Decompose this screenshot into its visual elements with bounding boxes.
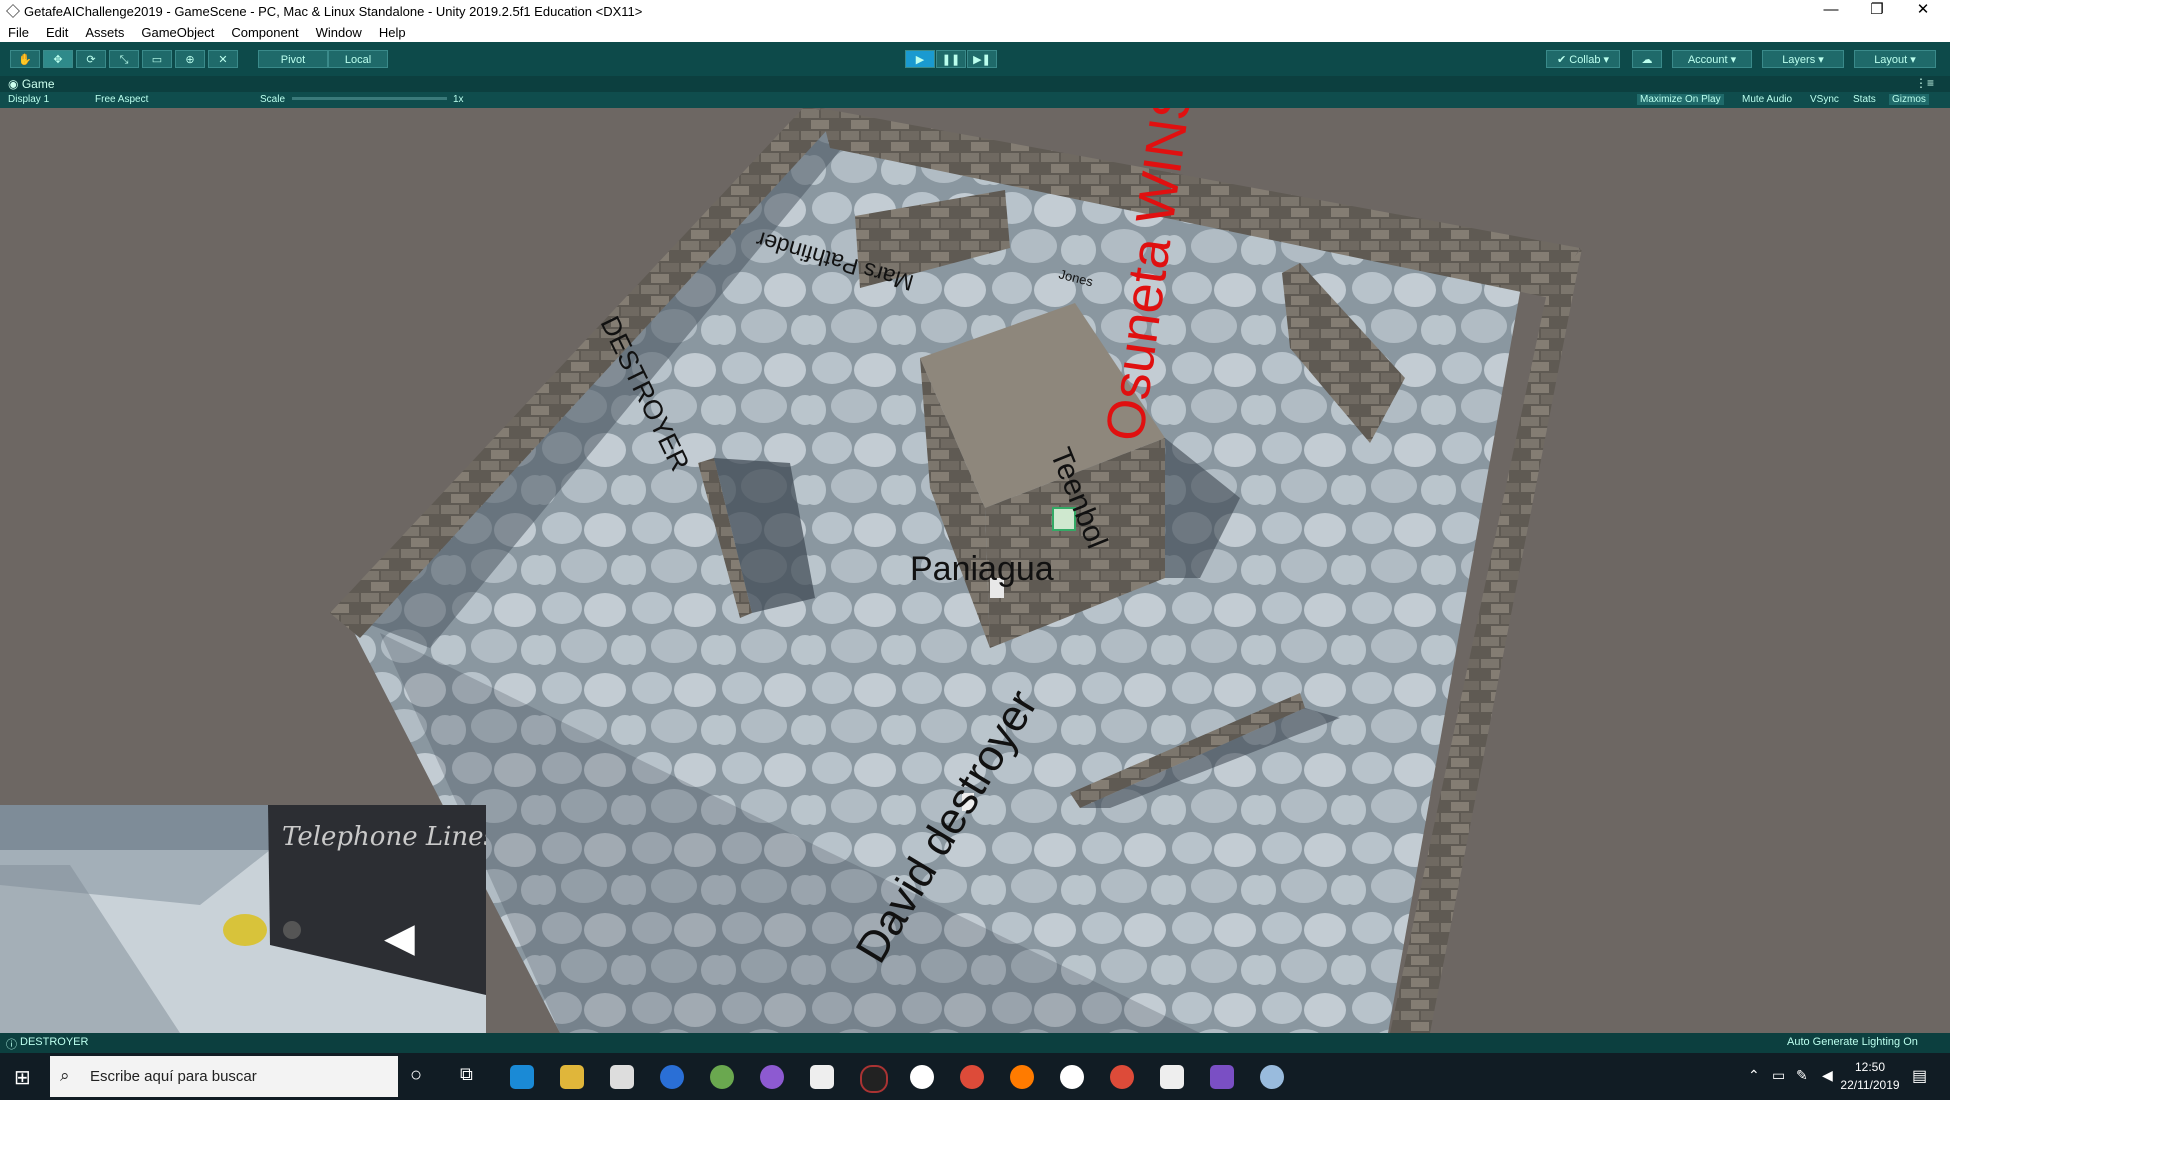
layout-dropdown[interactable]: Layout ▾	[1854, 50, 1936, 68]
account-dropdown[interactable]: Account ▾	[1672, 50, 1752, 68]
menu-file[interactable]: File	[8, 25, 29, 40]
rotate-tool-icon[interactable]: ⟳	[76, 50, 106, 68]
notifications-icon[interactable]: ▤	[1912, 1066, 1927, 1086]
hand-tool-icon[interactable]: ✋	[10, 50, 40, 68]
clock-date[interactable]: 22/11/2019	[1832, 1078, 1908, 1092]
wunderlist-icon[interactable]	[1060, 1065, 1084, 1089]
custom-tool-icon[interactable]: ✕	[208, 50, 238, 68]
close-button[interactable]: ✕	[1900, 0, 1946, 22]
android-icon[interactable]	[710, 1065, 734, 1089]
chrome-icon[interactable]	[960, 1065, 984, 1089]
unity-logo-icon	[6, 4, 20, 18]
maps-icon[interactable]	[660, 1065, 684, 1089]
pivot-label: Pivot	[280, 54, 306, 66]
local-label: Local	[344, 54, 372, 66]
pause-button[interactable]: ❚❚	[936, 50, 966, 68]
menu-bar: File Edit Assets GameObject Component Window H…	[0, 22, 1950, 42]
scale-slider[interactable]	[292, 97, 447, 100]
game-tab-title: Game	[21, 77, 55, 91]
cortana-icon[interactable]: ○	[410, 1064, 422, 1087]
unity-hub-icon[interactable]	[810, 1065, 834, 1089]
layout-label: Layout	[1874, 54, 1908, 66]
label-paniagua: Paniagua	[910, 550, 1054, 588]
maximize-on-play-toggle[interactable]: Maximize On Play	[1637, 94, 1724, 105]
display-select[interactable]: Display 1	[8, 94, 49, 105]
info-icon: ⓘ	[6, 1039, 17, 1051]
step-button[interactable]: ▶❚	[967, 50, 997, 68]
task-view-icon[interactable]: ⧉	[460, 1064, 473, 1085]
taskbar-search[interactable]: ⌕ Escribe aquí para buscar	[50, 1056, 398, 1097]
file-explorer-icon[interactable]	[560, 1065, 584, 1089]
game-tab-header: ◉ Game ⋮≡	[0, 76, 1950, 92]
account-label: Account	[1687, 54, 1728, 66]
windows-start-icon[interactable]: ⊞	[14, 1065, 31, 1090]
scale-value: 1x	[453, 94, 464, 105]
visual-studio-icon[interactable]	[1210, 1065, 1234, 1089]
inset-graffiti: Telephone Lines	[282, 822, 486, 852]
local-toggle[interactable]: Local	[328, 50, 388, 68]
layers-label: Layers	[1782, 54, 1816, 66]
layers-dropdown[interactable]: Layers ▾	[1762, 50, 1844, 68]
network-icon[interactable]: ▭	[1772, 1067, 1785, 1084]
status-message[interactable]: DESTROYER	[20, 1036, 88, 1048]
tab-menu-icon[interactable]: ⋮≡	[1915, 76, 1934, 90]
lighting-status[interactable]: Auto Generate Lighting On	[1787, 1036, 1918, 1048]
menu-gameobject[interactable]: GameObject	[141, 25, 214, 40]
aspect-select[interactable]: Free Aspect	[95, 94, 148, 105]
pen-icon[interactable]: ✎	[1796, 1067, 1808, 1084]
transform-tool-icon[interactable]: ⊕	[175, 50, 205, 68]
edge-icon[interactable]	[510, 1065, 534, 1089]
menu-assets[interactable]: Assets	[85, 25, 124, 40]
rect-tool-icon[interactable]: ▭	[142, 50, 172, 68]
unity-editor-icon[interactable]	[1160, 1065, 1184, 1089]
main-toolbar: ✋ ✥ ⟳ ⤡ ▭ ⊕ ✕ Pivot Local ▶ ❚❚ ▶❚ ✔ Coll…	[0, 42, 1950, 76]
stats-toggle[interactable]: Stats	[1853, 94, 1876, 105]
move-tool-icon[interactable]: ✥	[43, 50, 73, 68]
gizmos-dropdown[interactable]: Gizmos	[1889, 94, 1929, 105]
scale-label: Scale	[260, 94, 286, 105]
tray-chevron-icon[interactable]: ⌃	[1748, 1067, 1760, 1084]
recorder-icon[interactable]	[860, 1065, 888, 1093]
menu-help[interactable]: Help	[379, 25, 406, 40]
maximize-button[interactable]: ❐	[1854, 0, 1900, 22]
search-icon: ⌕	[60, 1066, 70, 1085]
menu-window[interactable]: Window	[316, 25, 362, 40]
mute-audio-toggle[interactable]: Mute Audio	[1742, 94, 1792, 105]
play-button[interactable]: ▶	[905, 50, 935, 68]
menu-edit[interactable]: Edit	[46, 25, 68, 40]
minimize-button[interactable]: —	[1808, 0, 1854, 22]
store-icon[interactable]	[610, 1065, 634, 1089]
search-placeholder: Escribe aquí para buscar	[90, 1068, 257, 1085]
firefox-icon[interactable]	[1010, 1065, 1034, 1089]
speaker-icon[interactable]: ◀	[384, 915, 415, 961]
cloud-icon[interactable]: ☁	[1632, 50, 1662, 68]
scale-tool-icon[interactable]: ⤡	[109, 50, 139, 68]
game-tab[interactable]: ◉ Game	[8, 77, 55, 91]
collab-label: Collab	[1569, 54, 1601, 66]
menu-component[interactable]: Component	[231, 25, 298, 40]
title-bar: GetafeAIChallenge2019 - GameScene - PC, …	[0, 0, 1950, 22]
inset-agent	[223, 914, 267, 946]
chrome-profile-icon[interactable]	[1110, 1065, 1134, 1089]
paint-icon[interactable]	[1260, 1065, 1284, 1089]
chat-app-icon[interactable]	[760, 1065, 784, 1089]
game-view-toolbar: Display 1 Free Aspect Scale 1x Maximize …	[0, 92, 1950, 108]
vsync-toggle[interactable]: VSync	[1810, 94, 1839, 105]
status-bar: ⓘ DESTROYER Auto Generate Lighting On	[0, 1033, 1950, 1053]
collab-dropdown[interactable]: ✔ Collab ▾	[1546, 50, 1620, 68]
window-title: GetafeAIChallenge2019 - GameScene - PC, …	[24, 4, 643, 19]
inset-camera: Telephone Lines ◀	[0, 805, 486, 1033]
github-icon[interactable]	[910, 1065, 934, 1089]
pivot-toggle[interactable]: Pivot	[258, 50, 328, 68]
clock-time[interactable]: 12:50	[1842, 1060, 1898, 1074]
